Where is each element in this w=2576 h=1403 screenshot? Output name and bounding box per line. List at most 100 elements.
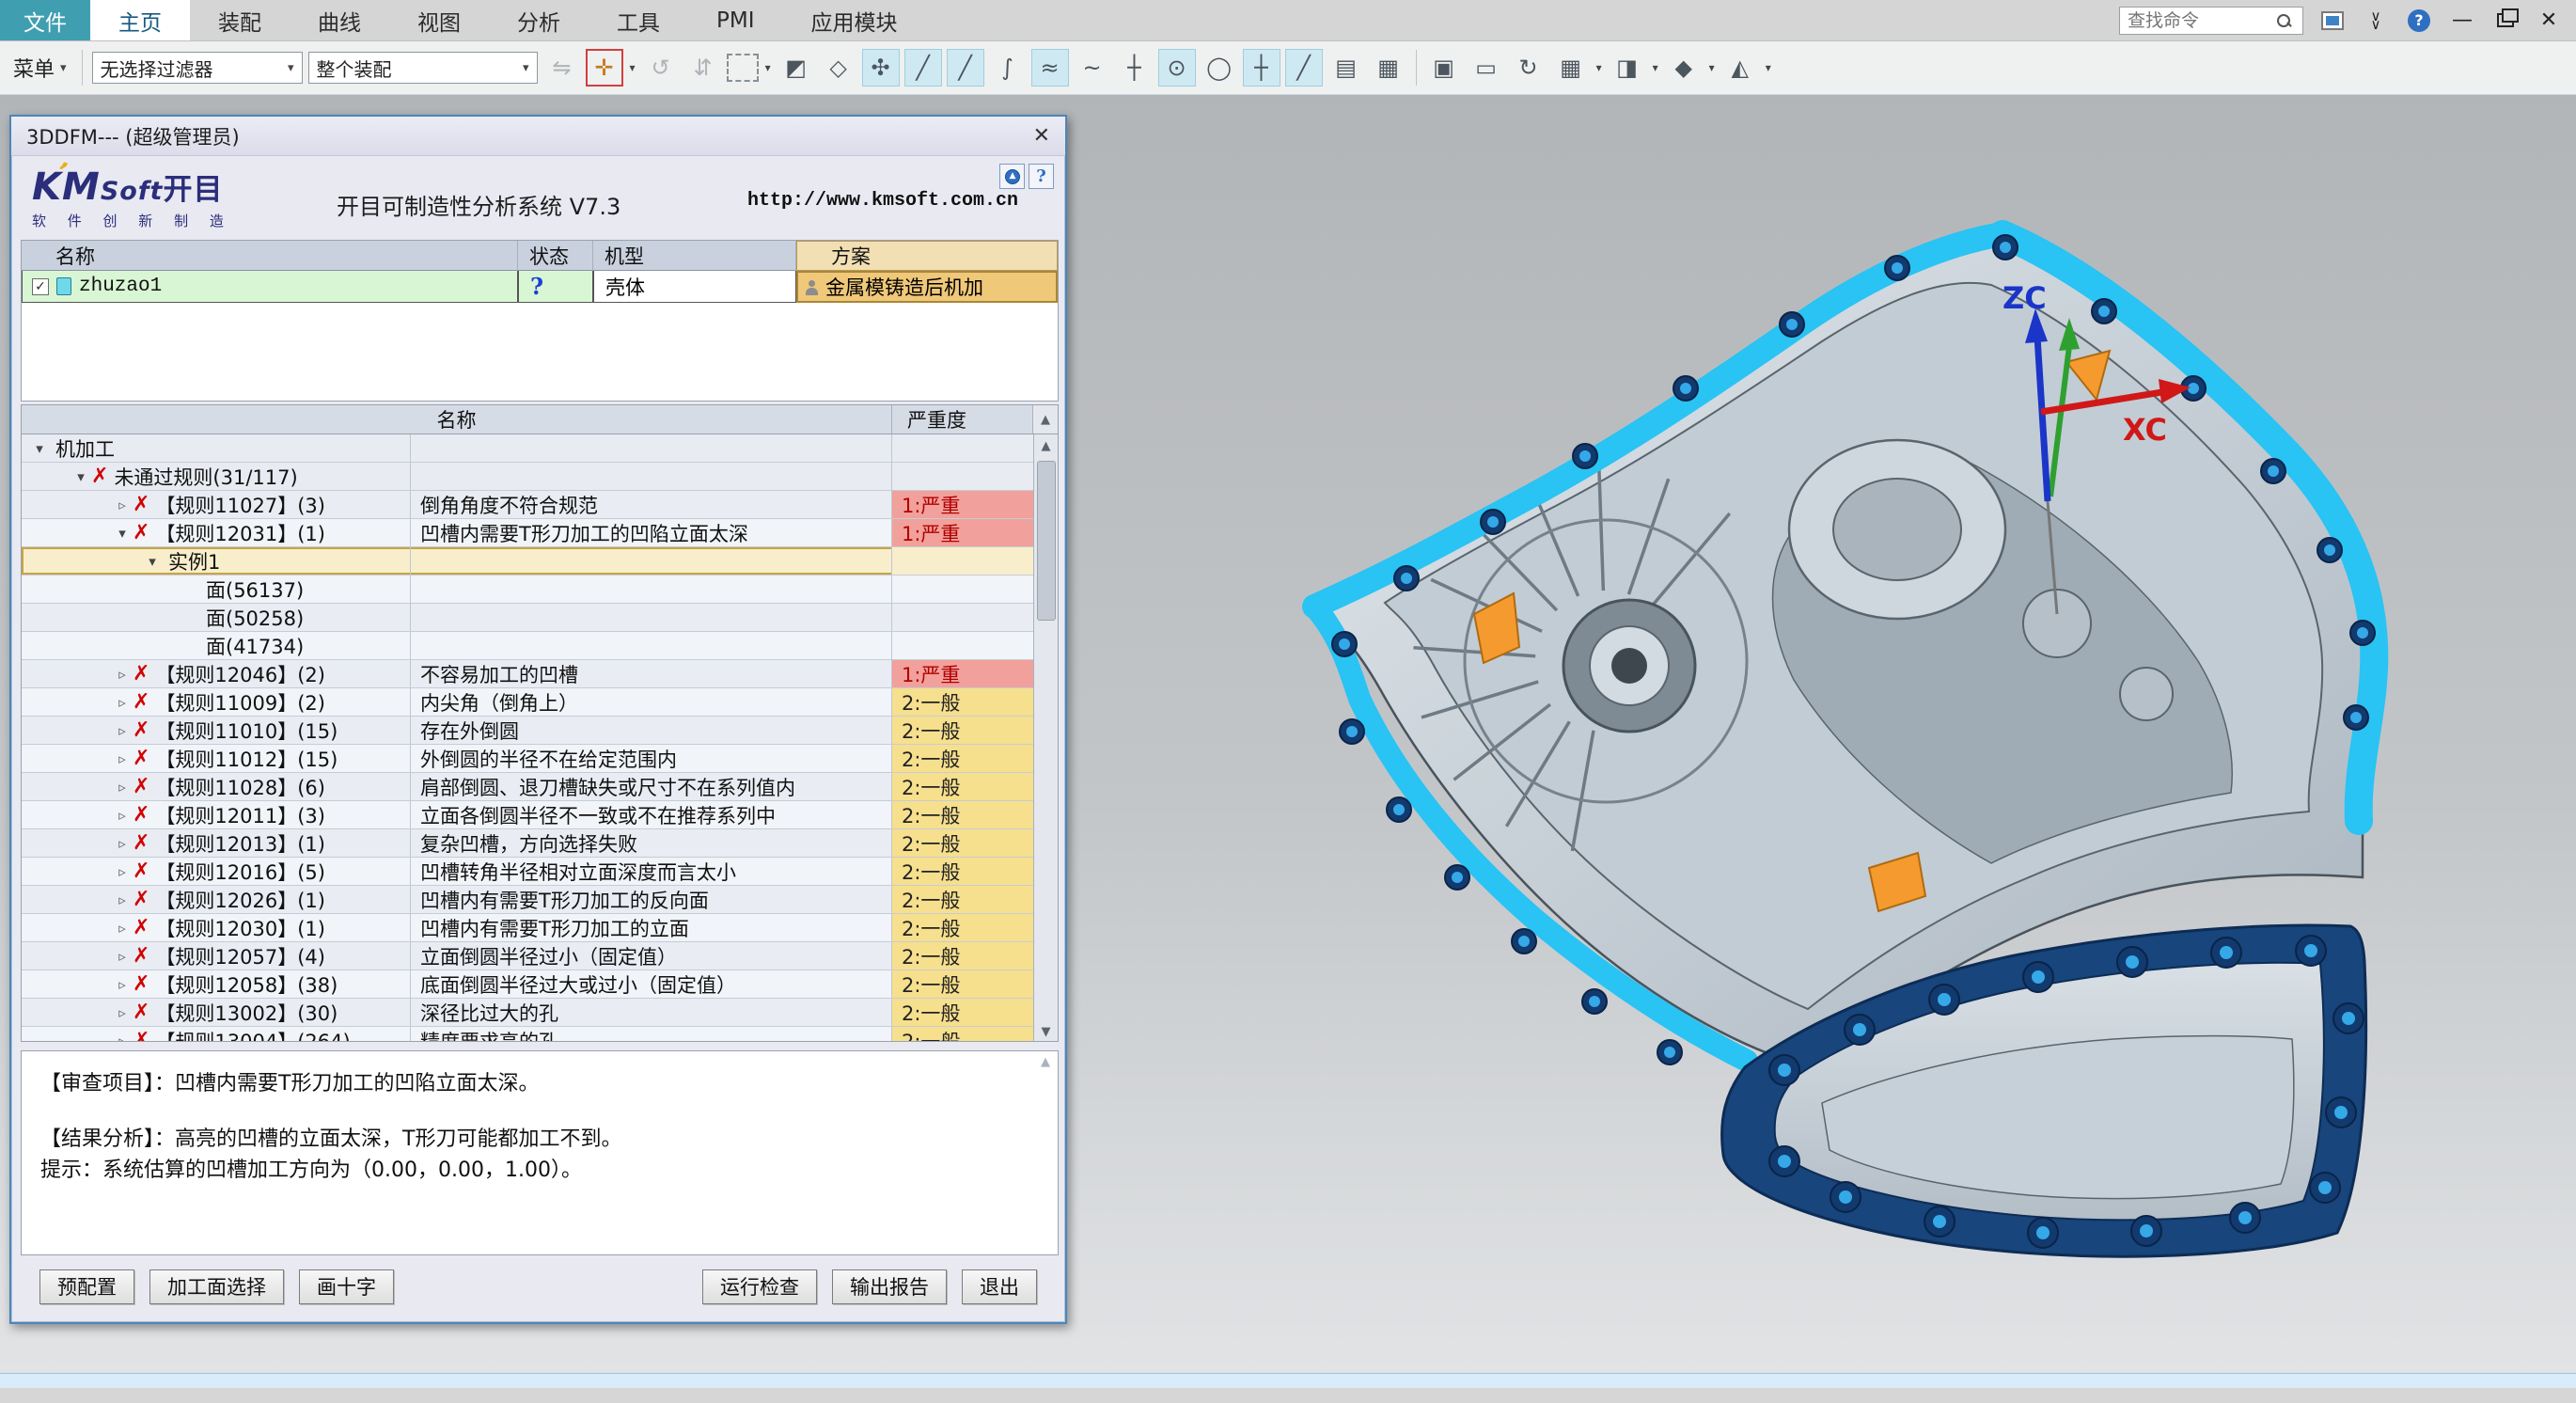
search-input[interactable] <box>2126 9 2276 32</box>
vendor-url[interactable]: http://www.kmsoft.com.cn <box>747 190 1018 212</box>
fit-curve-icon[interactable]: ~ <box>1074 49 1111 87</box>
table-row[interactable]: ▹ ✗ 【规则12026】(1) 凹槽内有需要T形刀加工的反向面 2:一般 <box>22 886 1033 914</box>
table-row[interactable]: ▹ ✗ 【规则13002】(30) 深径比过大的孔 2:一般 <box>22 999 1033 1027</box>
tab-曲线[interactable]: 曲线 <box>290 0 389 40</box>
scrollbar-thumb[interactable] <box>1037 461 1056 621</box>
expander-icon[interactable]: ▹ <box>112 694 133 711</box>
part-row[interactable]: ✓ zhuzao1 ? 壳体 金属模铸造后机加 <box>22 271 1058 303</box>
line-icon[interactable]: ╱ <box>904 49 942 87</box>
table-row[interactable]: 面(41734) <box>22 632 1033 660</box>
scrollbar-down-icon[interactable]: ▼ <box>1034 1020 1058 1042</box>
dialog-titlebar[interactable]: 3DDFM--- (超级管理员) ✕ <box>11 117 1065 156</box>
grid-icon[interactable]: ▦ <box>1370 49 1407 87</box>
ellipse-icon[interactable]: ◯ <box>1201 49 1238 87</box>
table-row[interactable]: ▹ ✗ 【规则12016】(5) 凹槽转角半径相对立面深度而言太小 2:一般 <box>22 858 1033 886</box>
reuse-library-icon[interactable]: ⇋ <box>543 49 581 87</box>
ghost-cube-icon[interactable]: ◇ <box>820 49 857 87</box>
sketch-line-icon[interactable]: ╱ <box>947 49 984 87</box>
sheet-body-icon[interactable]: ▤ <box>1327 49 1365 87</box>
table-row[interactable]: ▹ ✗ 【规则13004】(264) 精度要求高的孔 2:一般 <box>22 1027 1033 1042</box>
table-row[interactable]: ▹ ✗ 【规则12058】(38) 底面倒圆半径过大或过小（固定值） 2:一般 <box>22 970 1033 999</box>
pan-view-icon[interactable]: ▭ <box>1468 49 1505 87</box>
select-rect-icon[interactable] <box>727 54 759 82</box>
table-row[interactable]: ▾ 实例1 <box>22 547 1033 575</box>
tree-col-header-severity[interactable]: 严重度 <box>892 405 1033 434</box>
dropdown-caret-icon[interactable]: ▾ <box>630 61 636 74</box>
datum-csys-icon[interactable]: ✣ <box>862 49 900 87</box>
expander-icon[interactable]: ▹ <box>112 948 133 965</box>
expander-icon[interactable]: ▾ <box>29 440 50 457</box>
expander-icon[interactable]: ▹ <box>112 1033 133 1043</box>
cad-model-housing[interactable]: ZC XC <box>1296 219 2407 1268</box>
button-加工面选择[interactable]: 加工面选择 <box>149 1269 284 1304</box>
shaded-cube-icon[interactable]: ◩ <box>778 49 815 87</box>
col-header-status[interactable]: 状态 <box>518 241 593 271</box>
col-header-machine[interactable]: 机型 <box>593 241 796 271</box>
button-运行检查[interactable]: 运行检查 <box>702 1269 817 1304</box>
tab-file[interactable]: 文件 <box>0 0 90 40</box>
expander-icon[interactable]: ▹ <box>112 1004 133 1021</box>
table-row[interactable]: ▹ ✗ 【规则12046】(2) 不容易加工的凹槽 1:严重 <box>22 660 1033 688</box>
help-icon[interactable]: ? <box>2405 7 2433 35</box>
section-view-icon[interactable]: ◭ <box>1721 49 1759 87</box>
dropdown-caret-icon[interactable]: ▾ <box>1596 61 1602 74</box>
expander-icon[interactable]: ▹ <box>112 666 133 683</box>
table-row[interactable]: ▹ ✗ 【规则12011】(3) 立面各倒圆半径不一致或不在推荐系列中 2:一般 <box>22 801 1033 829</box>
expander-icon[interactable]: ▹ <box>112 976 133 993</box>
button-输出报告[interactable]: 输出报告 <box>832 1269 947 1304</box>
col-header-scheme[interactable]: 方案 <box>796 241 1058 271</box>
tab-PMI[interactable]: PMI <box>688 0 783 40</box>
screenshot-icon[interactable] <box>2318 7 2347 35</box>
table-row[interactable]: ▾ ✗ 【规则12031】(1) 凹槽内需要T形刀加工的凹陷立面太深 1:严重 <box>22 519 1033 547</box>
menu-button[interactable]: 菜单▾ <box>8 53 72 83</box>
table-row[interactable]: ▹ ✗ 【规则12013】(1) 复杂凹槽，方向选择失败 2:一般 <box>22 829 1033 858</box>
table-row[interactable]: ▾ ✗ 未通过规则(31/117) <box>22 463 1033 491</box>
button-预配置[interactable]: 预配置 <box>39 1269 134 1304</box>
window-layout-icon[interactable]: ▦ <box>1552 49 1590 87</box>
dropdown-caret-icon[interactable]: ▾ <box>1766 61 1771 74</box>
scroll-up-icon[interactable]: ▲ <box>1033 405 1058 434</box>
table-row[interactable]: 面(56137) <box>22 575 1033 604</box>
point-icon[interactable]: ┼ <box>1243 49 1280 87</box>
dialog-close-icon[interactable]: ✕ <box>1033 124 1050 148</box>
expander-icon[interactable]: ▹ <box>112 779 133 796</box>
expander-icon[interactable]: ▾ <box>112 525 133 542</box>
table-row[interactable]: 面(50258) <box>22 604 1033 632</box>
table-row[interactable]: ▾ 机加工 <box>22 434 1033 463</box>
expander-icon[interactable]: ▾ <box>142 553 163 570</box>
chevron-double-down-icon[interactable]: ∨∨ <box>2362 7 2390 35</box>
part-checkbox[interactable]: ✓ <box>32 278 49 295</box>
expander-icon[interactable]: ▾ <box>71 468 91 485</box>
scrollbar-up-icon[interactable]: ▲ <box>1034 434 1058 457</box>
expander-icon[interactable]: ▹ <box>112 497 133 513</box>
detail-scroll-up-icon[interactable]: ▲ <box>1035 1053 1056 1074</box>
expander-icon[interactable]: ▹ <box>112 807 133 824</box>
view-cube-icon[interactable]: ◆ <box>1665 49 1703 87</box>
expander-icon[interactable]: ▹ <box>112 920 133 937</box>
move-component-icon[interactable]: ✛ <box>586 49 623 87</box>
assembly-constraints-icon[interactable]: ↺ <box>642 49 680 87</box>
angle-line-icon[interactable]: ╱ <box>1285 49 1323 87</box>
tab-主页[interactable]: 主页 <box>90 0 190 40</box>
table-row[interactable]: ▹ ✗ 【规则11027】(3) 倒角角度不符合规范 1:严重 <box>22 491 1033 519</box>
command-search[interactable] <box>2119 7 2303 35</box>
table-row[interactable]: ▹ ✗ 【规则11028】(6) 肩部倒圆、退刀槽缺失或尺寸不在系列值内 2:一… <box>22 773 1033 801</box>
tab-应用模块[interactable]: 应用模块 <box>783 0 926 40</box>
expander-icon[interactable]: ▹ <box>112 863 133 880</box>
button-退出[interactable]: 退出 <box>962 1269 1037 1304</box>
expander-icon[interactable]: ▹ <box>112 722 133 739</box>
tab-分析[interactable]: 分析 <box>489 0 589 40</box>
expander-icon[interactable]: ▹ <box>112 891 133 908</box>
tab-装配[interactable]: 装配 <box>190 0 290 40</box>
minimize-button[interactable]: — <box>2448 7 2476 35</box>
close-button[interactable]: ✕ <box>2535 7 2563 35</box>
expander-icon[interactable]: ▹ <box>112 835 133 852</box>
detail-text-panel[interactable]: ▲ 【审查项目】：凹槽内需要T形刀加工的凹陷立面太深。【结果分析】：高亮的凹槽的… <box>21 1050 1059 1255</box>
dropdown-caret-icon[interactable]: ▾ <box>765 61 771 74</box>
tab-视图[interactable]: 视图 <box>389 0 489 40</box>
selection-scope-dropdown[interactable]: 整个装配▾ <box>308 52 538 84</box>
fillet-curve-icon[interactable]: ∫ <box>989 49 1027 87</box>
show-degrees-icon[interactable]: ⇵ <box>684 49 722 87</box>
axis-cross-icon[interactable]: ┼ <box>1116 49 1154 87</box>
circle-center-icon[interactable]: ⊙ <box>1158 49 1196 87</box>
